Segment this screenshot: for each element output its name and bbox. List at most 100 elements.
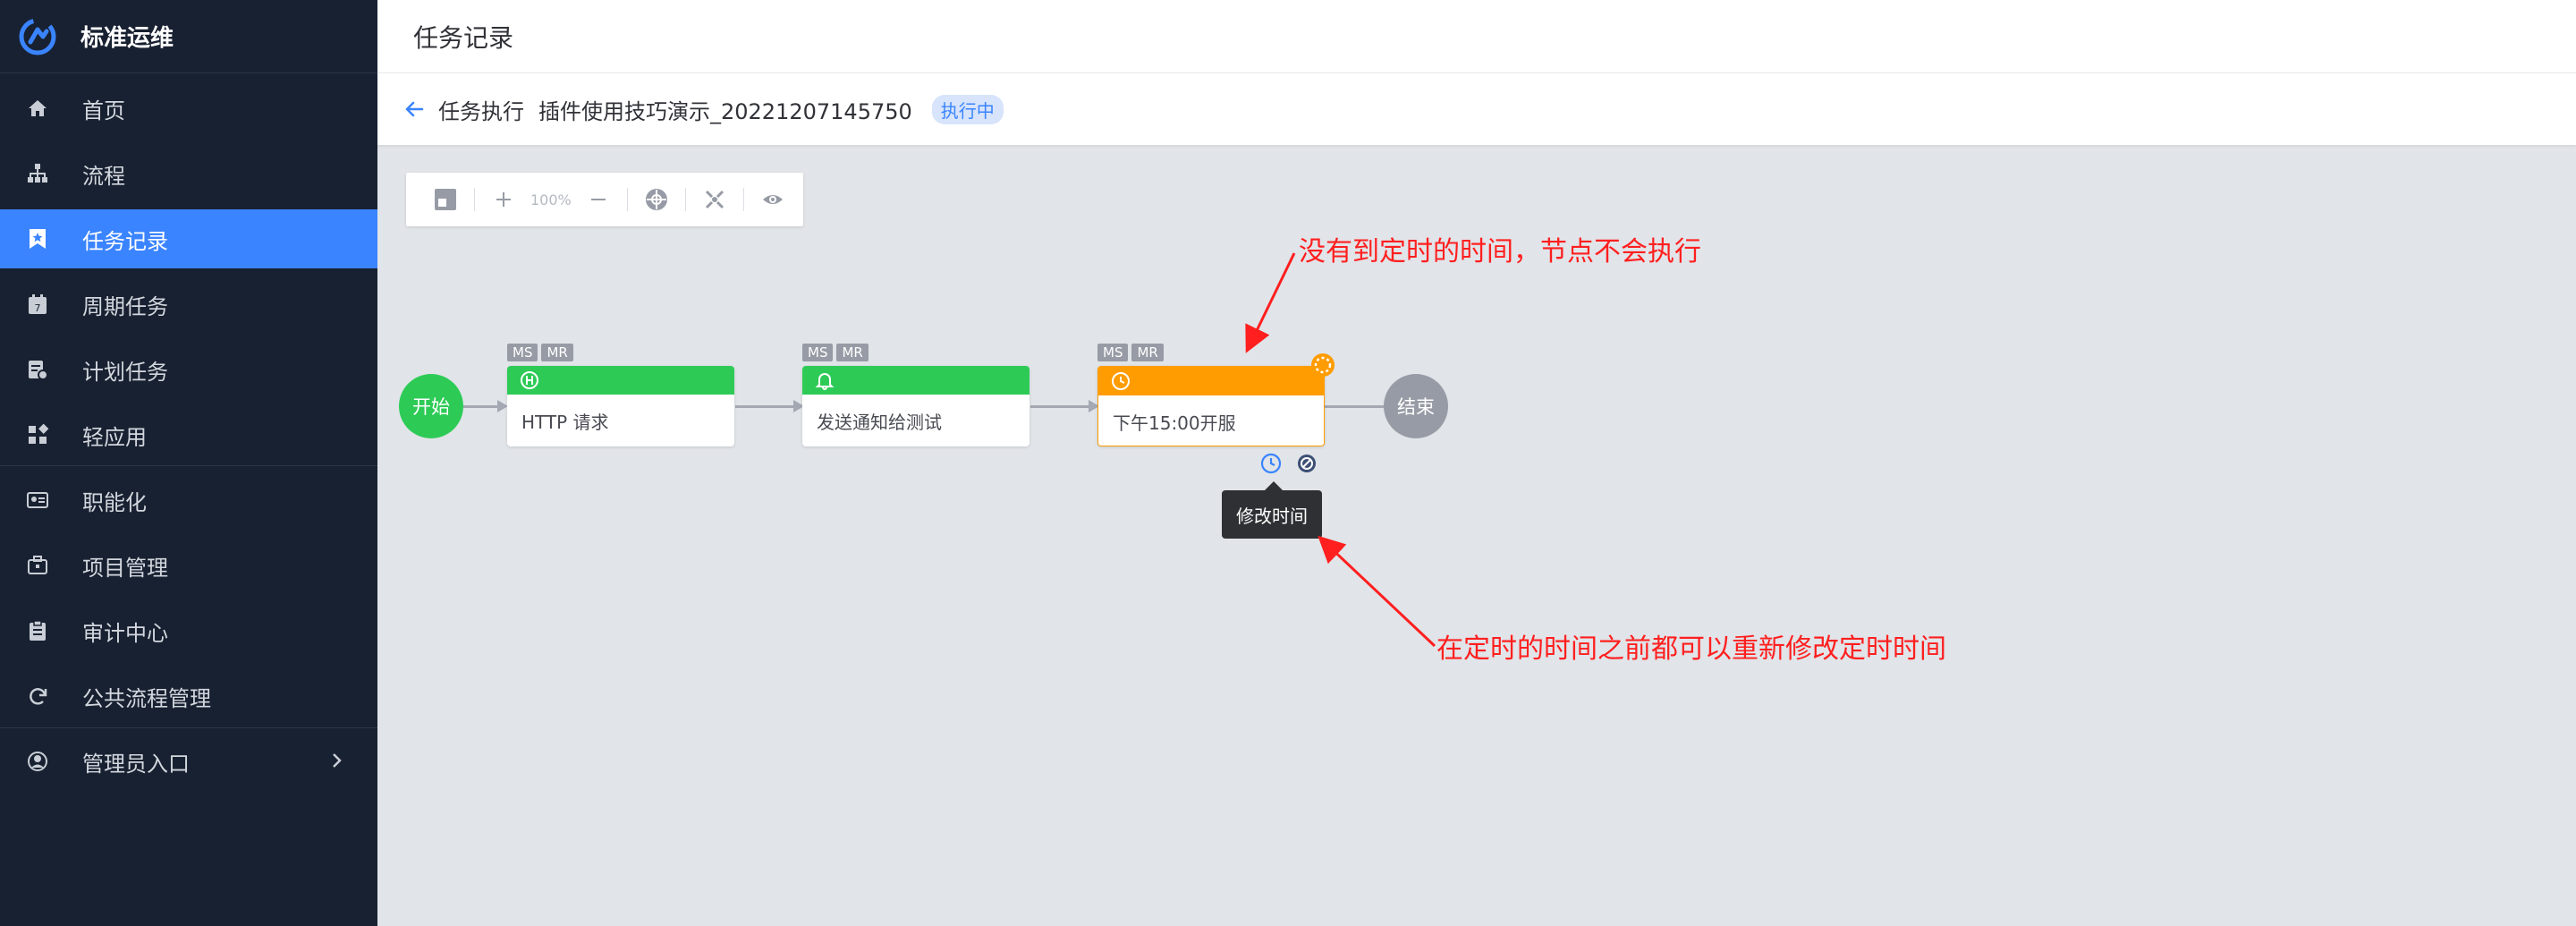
sidebar-item-label: 公共流程管理: [82, 685, 211, 711]
back-arrow-icon[interactable]: [402, 98, 426, 121]
id-card-icon: [27, 492, 48, 508]
sidebar-item-periodic-tasks[interactable]: 7 周期任务: [0, 275, 377, 334]
node-actions: [1259, 452, 1331, 475]
sidebar-item-label: 项目管理: [82, 555, 168, 581]
sidebar-divider: [0, 465, 377, 466]
flow-edge: [1030, 405, 1090, 408]
task-node-label: HTTP 请求: [521, 411, 609, 433]
user-circle-icon: [28, 752, 47, 771]
plus-icon: [496, 192, 511, 207]
node-tags: MS MR: [507, 344, 577, 361]
end-node[interactable]: 结束: [1384, 374, 1448, 438]
task-name: 插件使用技巧演示_20221207145750: [538, 98, 912, 124]
node-tags: MS MR: [802, 344, 872, 361]
toolbar-separator: [684, 188, 686, 211]
sidebar-item-label: 职能化: [82, 489, 147, 515]
cycle-icon: [30, 688, 47, 705]
tag-ms: MS: [507, 344, 538, 361]
sidebar-item-label: 首页: [82, 98, 125, 123]
tooltip-arrow: [1265, 481, 1283, 490]
toolbar-separator: [626, 188, 628, 211]
modify-time-clock-icon[interactable]: [1259, 452, 1283, 475]
flow-edge: [1325, 405, 1384, 408]
task-node-label: 下午15:00开服: [1113, 412, 1236, 434]
sidebar-item-label: 周期任务: [82, 293, 168, 319]
app-title: 标准运维: [80, 25, 174, 52]
canvas-toolbar: 100%: [406, 173, 803, 226]
home-icon: [29, 100, 47, 116]
node-tags: MS MR: [1097, 344, 1167, 361]
sidebar-item-admin-entry[interactable]: 管理员入口: [0, 732, 377, 791]
page-title: 任务记录: [413, 22, 514, 53]
flow-edge: [735, 405, 795, 408]
zoom-in-button[interactable]: [489, 185, 518, 214]
sidebar: 标准运维 首页 流程 任务记录 7 周期任务 计划任务 轻应用 职能化 项目管理…: [0, 0, 377, 926]
clipboard-icon: [30, 620, 46, 641]
running-spinner-icon: [1311, 353, 1335, 377]
page-header: 任务记录: [377, 0, 2576, 73]
task-breadcrumb-bar: 任务执行 插件使用技巧演示_20221207145750 执行中: [377, 73, 2576, 145]
locate-icon: [645, 189, 667, 210]
reset-position-button[interactable]: [642, 185, 671, 214]
toolbar-separator: [474, 188, 475, 211]
sidebar-item-label: 流程: [82, 163, 125, 189]
sidebar-item-label: 计划任务: [82, 359, 168, 385]
sidebar-item-project-management[interactable]: 项目管理: [0, 536, 377, 595]
svg-text:7: 7: [35, 302, 41, 314]
sidebar-item-label: 轻应用: [82, 424, 147, 450]
plan-calendar-icon: [29, 361, 48, 380]
task-node-header: [1098, 367, 1324, 395]
expand-icon: [705, 190, 724, 209]
tag-ms: MS: [802, 344, 834, 361]
flow-edge: [463, 405, 499, 408]
eye-icon: [762, 195, 783, 204]
annotation-arrow-bottom: [1318, 535, 1436, 648]
sidebar-item-label: 任务记录: [82, 228, 168, 254]
zoom-level: 100%: [530, 191, 572, 208]
sidebar-item-task-records[interactable]: 任务记录: [0, 209, 377, 268]
task-node-header: [507, 366, 734, 395]
annotation-arrow-top: [1245, 252, 1296, 353]
sidebar-item-functionalization[interactable]: 职能化: [0, 471, 377, 530]
start-node[interactable]: 开始: [399, 374, 463, 438]
task-node-scheduled-open[interactable]: 下午15:00开服: [1097, 366, 1325, 446]
tag-mr: MR: [541, 344, 573, 361]
minus-icon: [590, 199, 606, 200]
http-icon: [521, 371, 538, 389]
flow-tree-icon: [28, 164, 47, 183]
preview-button[interactable]: [758, 185, 787, 214]
task-node-header: [802, 366, 1030, 395]
tag-mr: MR: [836, 344, 869, 361]
sidebar-item-home[interactable]: 首页: [0, 79, 377, 138]
minimap-icon: [435, 189, 456, 210]
clock-icon: [1112, 372, 1130, 390]
annotation-bottom-text: 在定时的时间之前都可以重新修改定时时间: [1436, 633, 1946, 665]
task-node-label: 发送通知给测试: [817, 411, 942, 433]
breadcrumb-task-execution[interactable]: 任务执行: [438, 94, 524, 125]
sidebar-item-public-flow-management[interactable]: 公共流程管理: [0, 667, 377, 726]
brand[interactable]: 标准运维: [0, 0, 377, 73]
sidebar-item-flow[interactable]: 流程: [0, 144, 377, 203]
sidebar-item-light-app[interactable]: 轻应用: [0, 405, 377, 464]
briefcase-icon: [28, 556, 47, 574]
sidebar-divider: [0, 727, 377, 728]
chevron-right-icon: [333, 753, 342, 768]
task-node-http-request[interactable]: HTTP 请求: [507, 366, 734, 446]
annotation-top-text: 没有到定时的时间，节点不会执行: [1299, 236, 1701, 268]
app-grid-icon: [29, 423, 49, 444]
skip-disable-icon[interactable]: [1295, 452, 1318, 475]
calendar-icon: 7: [29, 294, 47, 314]
sidebar-item-audit-center[interactable]: 审计中心: [0, 601, 377, 660]
task-node-send-notification[interactable]: 发送通知给测试: [802, 366, 1030, 446]
zoom-out-button[interactable]: [584, 185, 613, 214]
toolbar-separator: [742, 188, 744, 211]
sidebar-item-planned-tasks[interactable]: 计划任务: [0, 340, 377, 399]
fullscreen-button[interactable]: [700, 185, 729, 214]
minimap-button[interactable]: [431, 185, 460, 214]
sidebar-item-label: 审计中心: [82, 620, 168, 646]
bell-icon: [815, 373, 835, 390]
tag-mr: MR: [1131, 344, 1164, 361]
status-badge: 执行中: [931, 94, 1004, 124]
bookmark-star-icon: [30, 229, 46, 249]
logo-icon: [19, 18, 56, 55]
